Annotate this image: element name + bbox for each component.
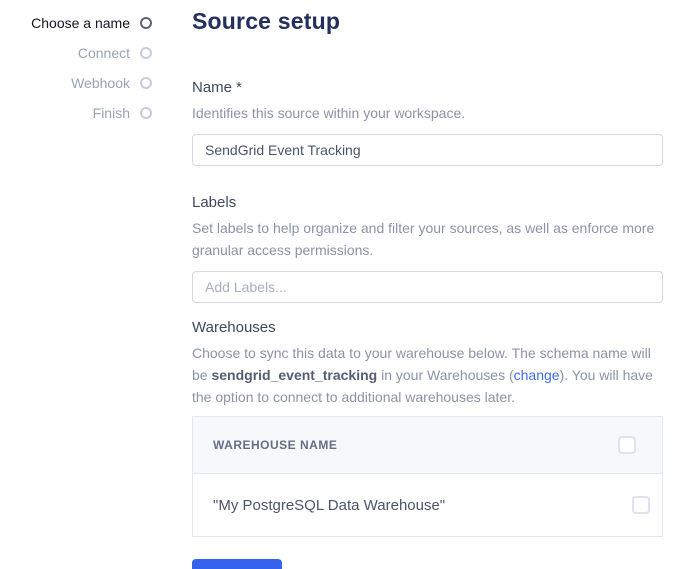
step-circle-icon <box>140 47 152 59</box>
step-connect[interactable]: Connect <box>0 38 152 68</box>
page-title: Source setup <box>192 8 341 34</box>
step-label: Connect <box>77 45 130 61</box>
schema-name-text: sendgrid_event_tracking <box>211 367 378 383</box>
select-all-checkbox[interactable] <box>618 436 636 454</box>
warehouses-section: Warehouses Choose to sync this data to y… <box>192 319 663 537</box>
source-name-input[interactable] <box>192 134 663 166</box>
main-content: Source setup Name * Identifies this sour… <box>192 0 663 569</box>
table-row[interactable]: "My PostgreSQL Data Warehouse" <box>193 474 662 536</box>
warehouses-description-part2: in your Warehouses ( <box>377 367 514 383</box>
step-label: Choose a name <box>31 15 130 31</box>
step-label: Finish <box>92 105 130 121</box>
step-label: Webhook <box>71 75 130 91</box>
warehouse-name-cell: "My PostgreSQL Data Warehouse" <box>213 496 446 514</box>
name-section: Name * Identifies this source within you… <box>192 79 663 166</box>
source-setup-page: Choose a name Connect Webhook Finish Sou… <box>0 0 692 569</box>
change-schema-link[interactable]: change <box>514 367 560 383</box>
warehouses-label: Warehouses <box>192 319 276 336</box>
step-choose-a-name[interactable]: Choose a name <box>0 8 152 38</box>
step-circle-icon <box>140 107 152 119</box>
wizard-steps: Choose a name Connect Webhook Finish <box>0 8 152 128</box>
name-description: Identifies this source within your works… <box>192 105 466 121</box>
name-label: Name * <box>192 79 243 96</box>
step-finish[interactable]: Finish <box>0 98 152 128</box>
step-circle-icon <box>140 77 152 89</box>
row-checkbox[interactable] <box>632 496 650 514</box>
labels-description: Set labels to help organize and filter y… <box>192 220 655 258</box>
labels-label: Labels <box>192 194 237 211</box>
step-circle-icon <box>140 17 152 29</box>
warehouse-table-header: WAREHOUSE NAME <box>193 417 662 474</box>
add-labels-input[interactable] <box>192 271 663 303</box>
warehouse-table: WAREHOUSE NAME "My PostgreSQL Data Wareh… <box>192 416 663 537</box>
labels-section: Labels Set labels to help organize and f… <box>192 194 663 303</box>
warehouse-name-column-header: WAREHOUSE NAME <box>213 438 338 452</box>
step-webhook[interactable]: Webhook <box>0 68 152 98</box>
warehouses-description: Choose to sync this data to your warehou… <box>192 342 663 408</box>
continue-button[interactable]: Continue <box>192 559 283 569</box>
